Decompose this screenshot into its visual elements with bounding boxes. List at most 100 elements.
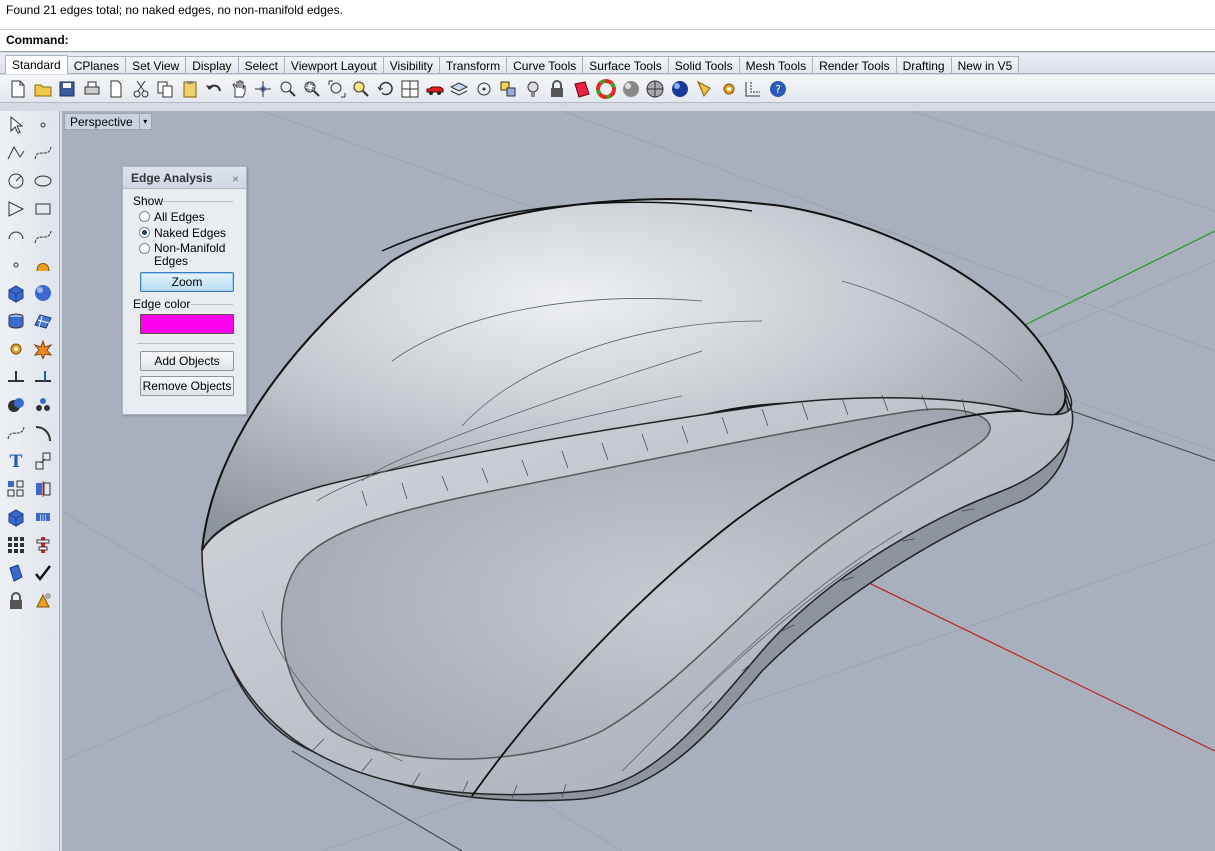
remove-objects-button[interactable]: Remove Objects — [140, 376, 234, 396]
tool-row — [0, 559, 59, 587]
text-icon[interactable]: T — [2, 448, 29, 474]
polygon-icon[interactable] — [2, 196, 29, 222]
print-icon[interactable] — [80, 77, 104, 101]
viewport-dropdown-icon[interactable]: ▾ — [138, 114, 151, 129]
split-icon[interactable] — [29, 364, 56, 390]
tab-curve-tools[interactable]: Curve Tools — [506, 56, 584, 73]
pan-hand-icon[interactable] — [227, 77, 251, 101]
zoom-button[interactable]: Zoom — [140, 272, 234, 292]
close-icon[interactable]: × — [232, 172, 239, 186]
tab-mesh-tools[interactable]: Mesh Tools — [738, 56, 814, 73]
check-icon[interactable] — [29, 560, 56, 586]
align-icon[interactable] — [29, 532, 56, 558]
zoom-icon[interactable] — [276, 77, 300, 101]
grid-array-icon[interactable] — [2, 532, 29, 558]
select-arrow-icon[interactable] — [2, 112, 29, 138]
undo-view-icon[interactable] — [374, 77, 398, 101]
tab-new-in-v5[interactable]: New in V5 — [950, 56, 1020, 73]
revolve-icon[interactable] — [29, 252, 56, 278]
point-icon[interactable] — [29, 112, 56, 138]
command-input[interactable] — [72, 32, 1202, 49]
tool-row — [0, 223, 59, 251]
import-icon[interactable] — [104, 77, 128, 101]
tab-standard[interactable]: Standard — [5, 55, 68, 74]
radio-non-manifold-edges[interactable]: Non-Manifold Edges — [139, 242, 229, 268]
open-folder-icon[interactable] — [31, 77, 55, 101]
dimension-icon[interactable]: ||| — [29, 504, 56, 530]
offset-curve-icon[interactable] — [2, 420, 29, 446]
arc-icon[interactable] — [2, 224, 29, 250]
tab-visibility[interactable]: Visibility — [382, 56, 440, 73]
polyline-icon[interactable] — [2, 140, 29, 166]
settings-gear-icon[interactable] — [717, 77, 741, 101]
cube-view-icon[interactable] — [2, 504, 29, 530]
sphere-solid-icon[interactable] — [29, 280, 56, 306]
analyze-icon[interactable] — [2, 560, 29, 586]
tab-render-tools[interactable]: Render Tools — [812, 56, 897, 73]
radio-all-edges[interactable]: All Edges — [139, 210, 205, 224]
tab-set-view[interactable]: Set View — [125, 56, 187, 73]
radio-naked-edges-dot[interactable] — [139, 227, 150, 238]
tool-row — [0, 167, 59, 195]
radio-non-manifold-edges-dot[interactable] — [139, 243, 150, 254]
cut-icon[interactable] — [129, 77, 153, 101]
shaded-sphere-icon[interactable] — [619, 77, 643, 101]
tab-surface-tools[interactable]: Surface Tools — [582, 56, 669, 73]
tab-drafting[interactable]: Drafting — [895, 56, 952, 73]
car-render-icon[interactable] — [423, 77, 447, 101]
mirror-icon[interactable] — [29, 476, 56, 502]
light-bulb-icon[interactable] — [521, 77, 545, 101]
tab-display[interactable]: Display — [185, 56, 239, 73]
boolean-union-icon[interactable] — [2, 392, 29, 418]
tab-solid-tools[interactable]: Solid Tools — [667, 56, 740, 73]
trim-icon[interactable] — [2, 364, 29, 390]
add-objects-button[interactable]: Add Objects — [140, 351, 234, 371]
copy-icon[interactable] — [153, 77, 177, 101]
new-file-icon[interactable] — [6, 77, 30, 101]
edge-color-swatch[interactable] — [140, 314, 234, 334]
four-viewports-icon[interactable] — [398, 77, 422, 101]
grid-snap-icon[interactable] — [741, 77, 765, 101]
box-solid-icon[interactable] — [2, 280, 29, 306]
rectangle-icon[interactable] — [29, 196, 56, 222]
color-wheel-icon[interactable] — [594, 77, 618, 101]
circle-icon[interactable] — [2, 168, 29, 194]
zoom-selected-icon[interactable] — [349, 77, 373, 101]
save-icon[interactable] — [55, 77, 79, 101]
group-icon[interactable] — [29, 392, 56, 418]
fillet-curve-icon[interactable] — [29, 224, 56, 250]
help-icon[interactable]: ? — [766, 77, 790, 101]
lock-icon[interactable] — [545, 77, 569, 101]
ghosted-sphere-icon[interactable] — [643, 77, 667, 101]
render-icon[interactable] — [29, 588, 56, 614]
fillet-edge-icon[interactable] — [29, 420, 56, 446]
scale-icon[interactable] — [29, 448, 56, 474]
extrude-icon[interactable] — [2, 308, 29, 334]
material-icon[interactable] — [570, 77, 594, 101]
properties-icon[interactable] — [496, 77, 520, 101]
block-icon[interactable] — [2, 588, 29, 614]
zoom-window-icon[interactable] — [300, 77, 324, 101]
tab-select[interactable]: Select — [237, 56, 285, 73]
tab-viewport-layout[interactable]: Viewport Layout — [283, 56, 384, 73]
explode-icon[interactable] — [29, 336, 56, 362]
tab-transform[interactable]: Transform — [438, 56, 508, 73]
surface-from-points-icon[interactable] — [2, 252, 29, 278]
viewport-title-tab[interactable]: Perspective ▾ — [64, 113, 152, 130]
tab-cplanes[interactable]: CPlanes — [66, 56, 127, 73]
array-icon[interactable] — [2, 476, 29, 502]
radio-all-edges-dot[interactable] — [139, 211, 150, 222]
ellipse-icon[interactable] — [29, 168, 56, 194]
object-snap-icon[interactable] — [472, 77, 496, 101]
paste-icon[interactable] — [178, 77, 202, 101]
undo-icon[interactable] — [202, 77, 226, 101]
cone-light-icon[interactable] — [692, 77, 716, 101]
curve-icon[interactable] — [29, 140, 56, 166]
rendered-sphere-icon[interactable] — [668, 77, 692, 101]
rotate-view-icon[interactable] — [251, 77, 275, 101]
mesh-plane-icon[interactable] — [29, 308, 56, 334]
radio-naked-edges[interactable]: Naked Edges — [139, 226, 226, 240]
gears-icon[interactable] — [2, 336, 29, 362]
zoom-extents-icon[interactable] — [325, 77, 349, 101]
layer-icon[interactable] — [447, 77, 471, 101]
